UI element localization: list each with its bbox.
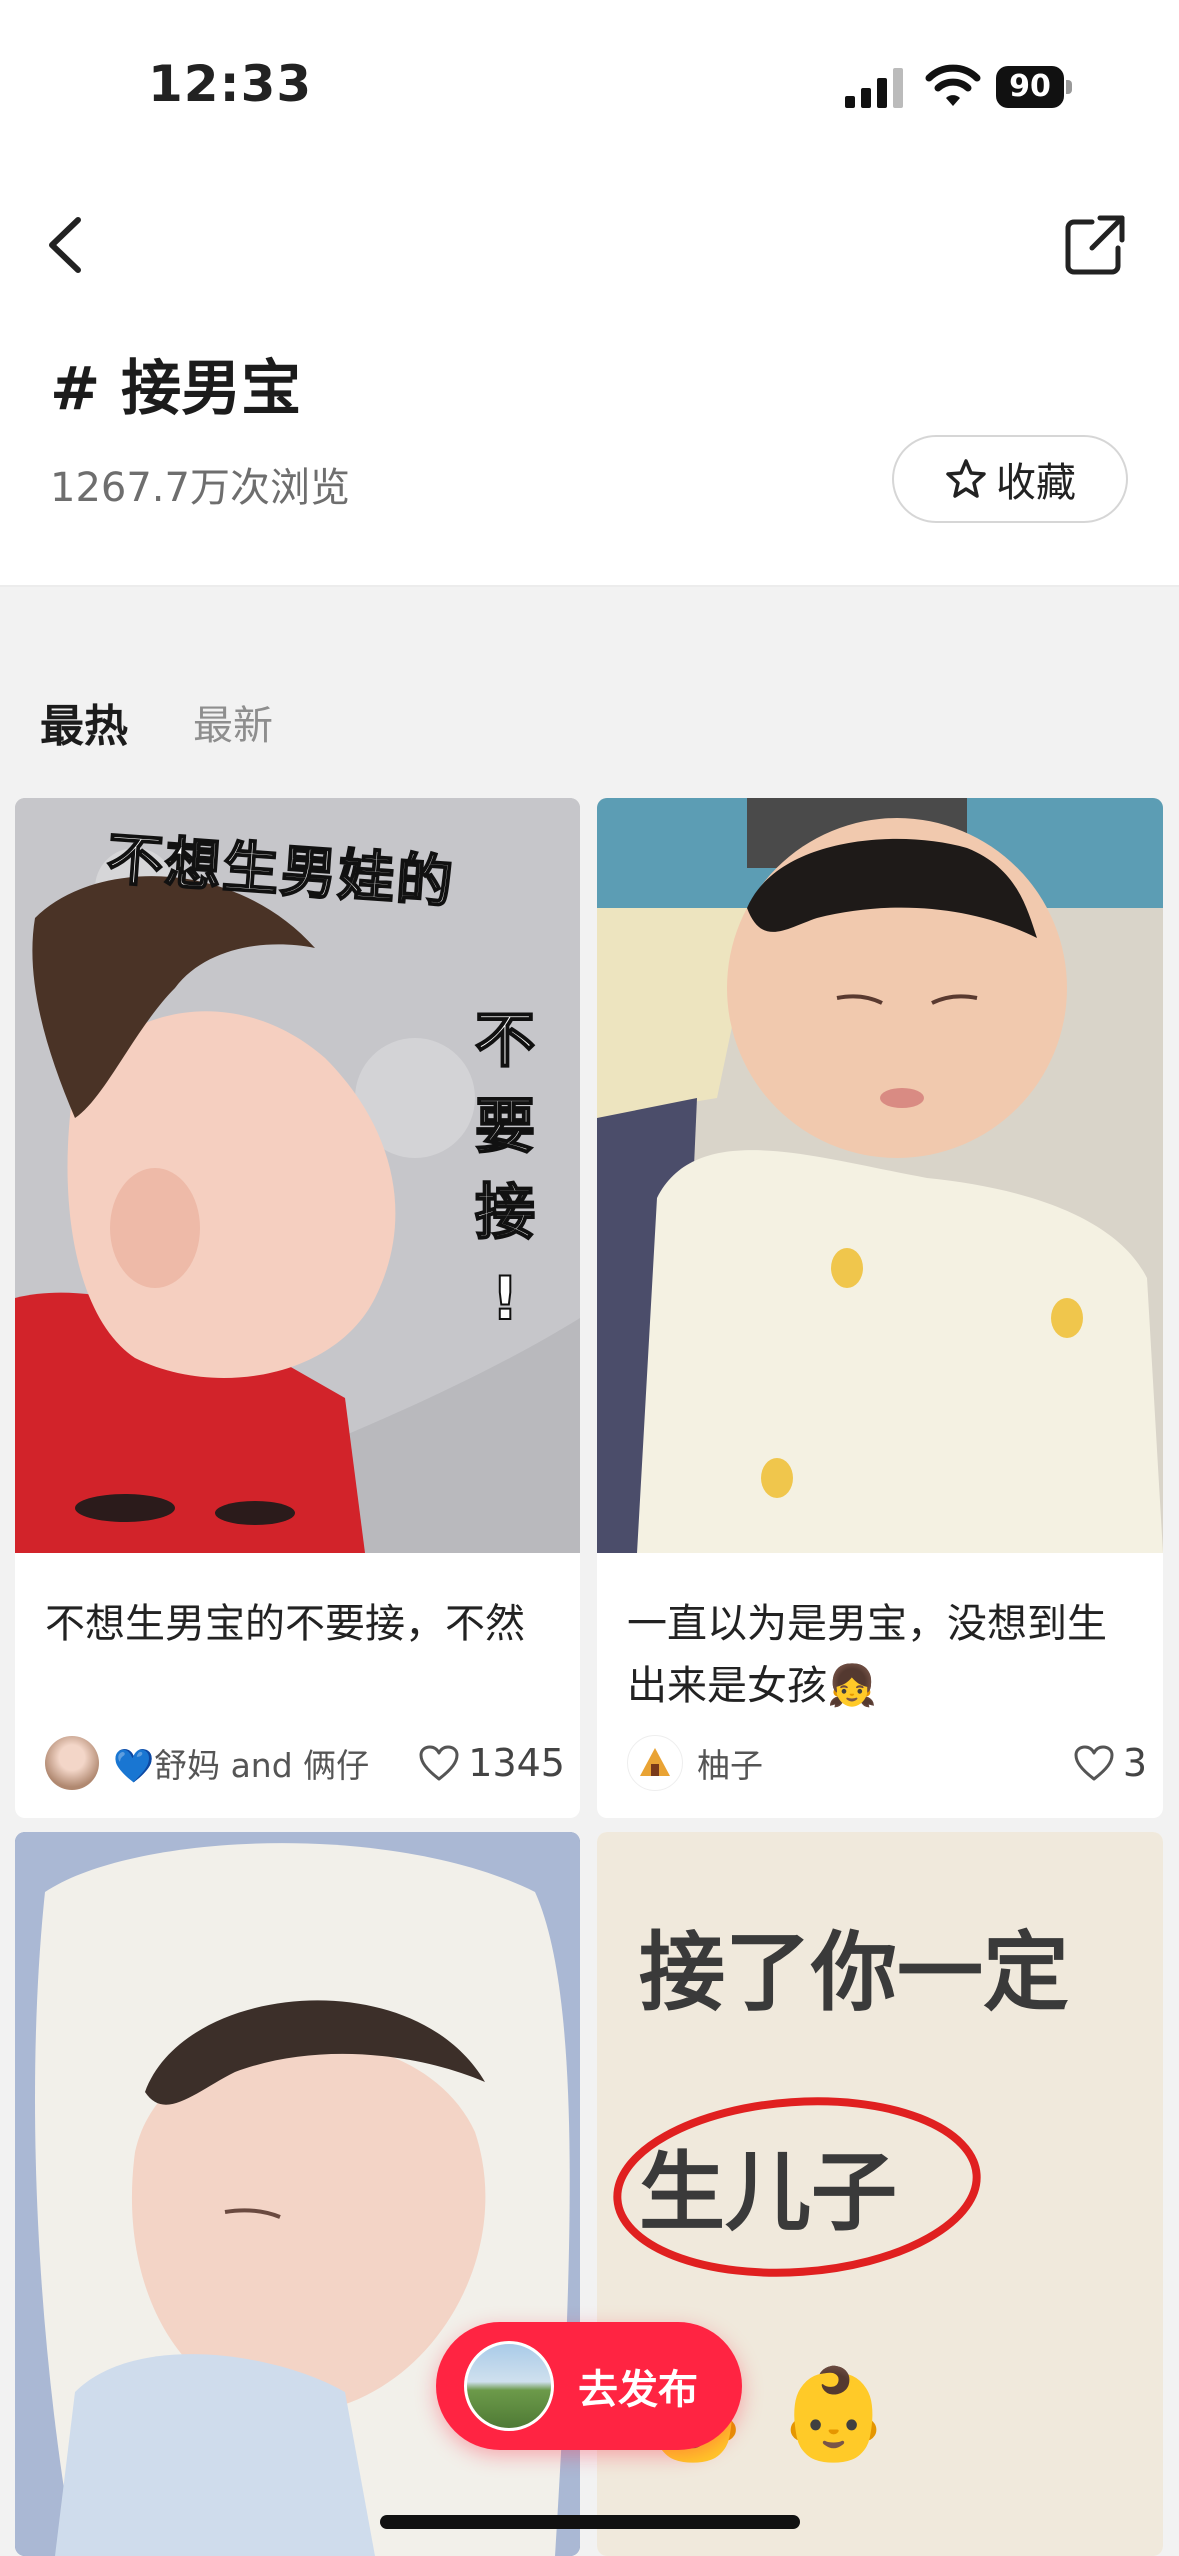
publish-button[interactable]: 去发布 xyxy=(436,2322,742,2450)
caption-char: 不 xyxy=(474,1005,536,1077)
share-icon[interactable] xyxy=(1060,210,1130,280)
post-meta: 柚子 3 xyxy=(627,1733,1147,1793)
post-card[interactable]: 一直以为是男宝，没想到生出来是女孩👧 柚子 3 xyxy=(597,798,1163,1818)
feed-tabs xyxy=(0,587,1179,787)
wifi-icon xyxy=(925,64,981,106)
publish-label: 去发布 xyxy=(578,2367,698,2413)
tab-hottest[interactable]: 最热 xyxy=(40,690,128,754)
caption-char: ! xyxy=(490,1263,519,1335)
home-indicator xyxy=(380,2515,800,2529)
avatar[interactable] xyxy=(627,1735,683,1791)
caption-char: 要 xyxy=(474,1091,536,1163)
view-count: 1267.7万次浏览 xyxy=(50,465,350,511)
image-text-line: 接了你一定 xyxy=(639,1923,1069,2023)
heart-icon xyxy=(419,1745,459,1781)
heart-icon xyxy=(1074,1745,1114,1781)
post-meta: 💙舒妈 and 俩仔 1345 xyxy=(45,1733,565,1793)
post-card[interactable]: 不想生男娃的 不 要 接 ! 不想生男宝的不要接，不然 💙舒妈 and 俩仔 1… xyxy=(15,798,580,1818)
cellular-signal-icon xyxy=(845,68,903,108)
back-arrow-icon[interactable] xyxy=(40,210,90,280)
like-count: 3 xyxy=(1122,1741,1147,1785)
tab-newest[interactable]: 最新 xyxy=(193,693,273,751)
favorite-label: 收藏 xyxy=(996,460,1076,506)
author-name[interactable]: 💙舒妈 and 俩仔 xyxy=(113,1739,418,1787)
author-name[interactable]: 柚子 xyxy=(697,1739,1073,1787)
post-title: 一直以为是男宝，没想到生出来是女孩👧 xyxy=(627,1601,1107,1709)
caption-char: 接 xyxy=(474,1177,536,1249)
post-image xyxy=(597,798,1163,1553)
battery-level: 90 xyxy=(996,66,1064,108)
favorite-button[interactable]: 收藏 xyxy=(892,435,1128,523)
avatar[interactable] xyxy=(45,1736,99,1790)
battery-icon: 90 xyxy=(996,66,1072,108)
post-title: 不想生男宝的不要接，不然 xyxy=(45,1601,525,1647)
avatar xyxy=(464,2341,554,2431)
star-icon xyxy=(946,459,986,498)
topic-title: # 接男宝 xyxy=(50,354,302,424)
image-caption-vertical: 不 要 接 ! xyxy=(470,998,540,1342)
status-time: 12:33 xyxy=(148,55,313,113)
like-button[interactable]: 3 xyxy=(1073,1741,1147,1785)
like-button[interactable]: 1345 xyxy=(418,1741,565,1785)
image-text-line: 生儿子 xyxy=(639,2143,897,2243)
like-count: 1345 xyxy=(468,1741,565,1785)
